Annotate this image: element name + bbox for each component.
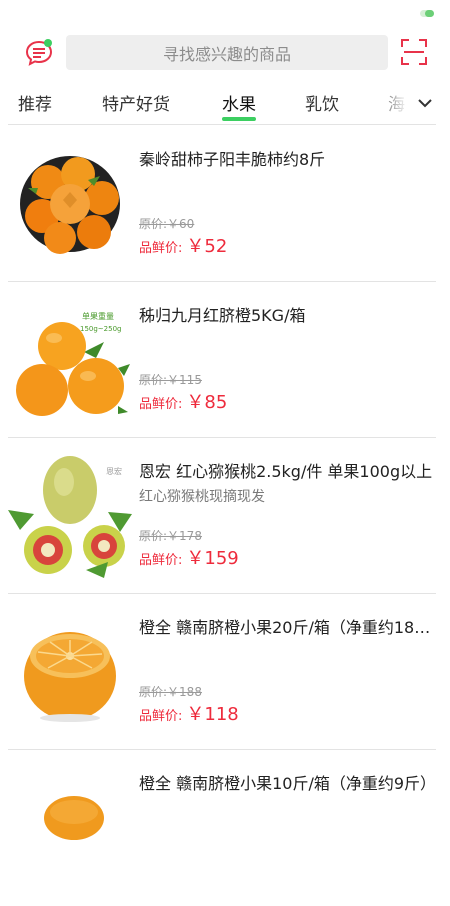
image-caption: 恩宏: [106, 466, 122, 476]
scan-icon: [401, 39, 427, 65]
tab-fruit[interactable]: 水果: [222, 90, 256, 115]
chevron-down-icon: [418, 99, 432, 108]
product-title: 橙全 赣南脐橙小果10斤/箱（净重约9斤）: [139, 774, 437, 793]
search-input[interactable]: 寻找感兴趣的商品: [66, 35, 388, 70]
navel-orange-image: [24, 632, 116, 722]
price-value: ￥159: [186, 548, 239, 569]
product-title: 秭归九月红脐橙5KG/箱: [139, 306, 306, 325]
persimmon-image: [20, 156, 120, 254]
price-label: 品鲜价:: [139, 397, 183, 412]
original-price: 原价:￥115: [139, 373, 202, 387]
price-label: 品鲜价:: [139, 709, 183, 724]
price-value: ￥118: [186, 704, 239, 725]
product-item[interactable]: 橙全 赣南脐橙小果20斤/箱（净重约18斤） 原价:￥188 品鲜价: ￥118: [0, 594, 450, 750]
tabs-expand-button[interactable]: [412, 90, 438, 116]
message-icon: [25, 39, 53, 66]
kiwi-image: 恩宏: [8, 450, 132, 578]
top-bar: 寻找感兴趣的商品: [0, 26, 450, 82]
product-item[interactable]: 恩宏 恩宏 红心猕猴桃2.5kg/件 单果100g以上 红心猕猴桃现摘现发 原价…: [0, 438, 450, 594]
product-title: 橙全 赣南脐橙小果20斤/箱（净重约18斤）: [139, 618, 439, 637]
member-price: 品鲜价: ￥52: [139, 232, 227, 258]
category-tabs: 推荐 特产好货 水果 乳饮 海: [0, 82, 450, 124]
product-item[interactable]: 橙全 赣南脐橙小果10斤/箱（净重约9斤）: [0, 750, 450, 906]
price-value: ￥85: [186, 392, 228, 413]
product-title: 秦岭甜柿子阳丰脆柿约8斤: [139, 150, 326, 169]
original-price: 原价:￥188: [139, 685, 202, 699]
scan-button[interactable]: [400, 38, 428, 66]
divider: [8, 124, 436, 125]
image-caption: 150g~250g: [80, 325, 121, 333]
navel-orange-image: [44, 796, 104, 840]
status-bar: [0, 0, 450, 26]
price-value: ￥52: [186, 236, 228, 257]
original-price: 原价:￥178: [139, 529, 202, 543]
image-caption: 单果重量: [82, 311, 114, 321]
member-price: 品鲜价: ￥85: [139, 388, 227, 414]
product-item[interactable]: 单果重量 150g~250g 秭归九月红脐橙5KG/箱 原价:￥115 品鲜价:…: [0, 282, 450, 438]
search-placeholder: 寻找感兴趣的商品: [162, 44, 291, 64]
message-button[interactable]: [24, 38, 54, 68]
orange-image: 单果重量 150g~250g: [8, 294, 132, 422]
product-subtitle: 红心猕猴桃现摘现发: [139, 489, 265, 505]
battery-icon: [420, 10, 434, 17]
member-price: 品鲜价: ￥159: [139, 544, 239, 570]
price-label: 品鲜价:: [139, 241, 183, 256]
price-label: 品鲜价:: [139, 553, 183, 568]
tab-specialty[interactable]: 特产好货: [102, 90, 170, 115]
product-title: 恩宏 红心猕猴桃2.5kg/件 单果100g以上: [139, 462, 433, 481]
member-price: 品鲜价: ￥118: [139, 700, 239, 726]
notification-dot: [44, 39, 52, 47]
product-item[interactable]: 秦岭甜柿子阳丰脆柿约8斤 原价:￥60 品鲜价: ￥52: [0, 126, 450, 282]
active-tab-indicator: [222, 117, 256, 121]
tabs-fade: [372, 82, 408, 124]
original-price: 原价:￥60: [139, 217, 195, 231]
tab-recommend[interactable]: 推荐: [18, 90, 52, 115]
tab-dairy-drinks[interactable]: 乳饮: [305, 90, 339, 115]
